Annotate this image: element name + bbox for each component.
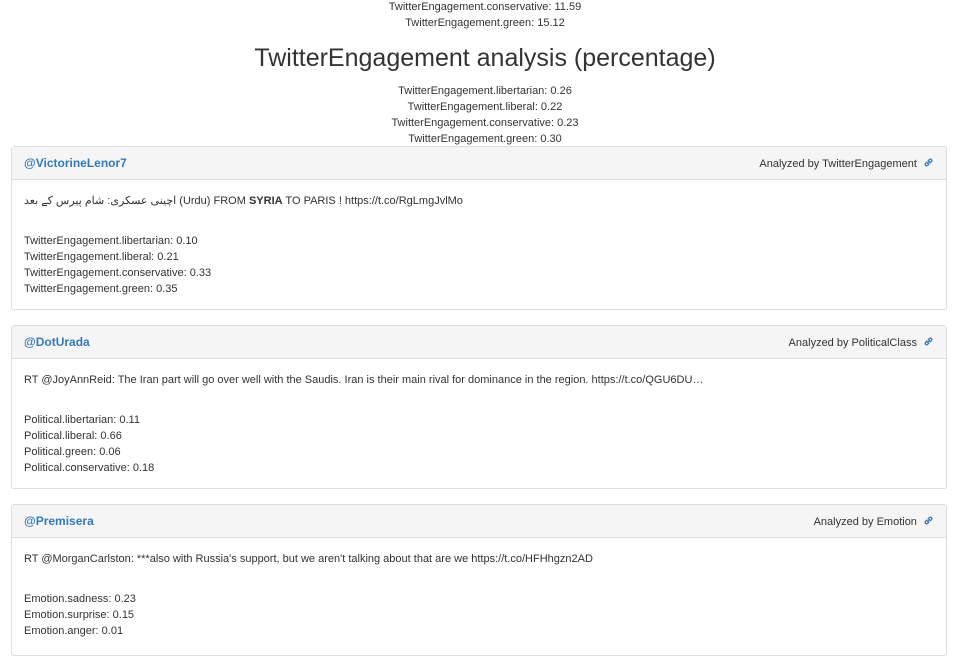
panel-body: RT @MorganCarlston: ***also with Russia'…: [12, 538, 946, 649]
score-line: Political.conservative: 0.18: [24, 462, 155, 474]
tweet-text-bold: SYRIA: [248, 195, 283, 207]
summary-stat-line: TwitterEngagement.green: 0.30: [408, 133, 562, 145]
top-stats: TwitterEngagement.conservative: 11.59 Tw…: [0, 0, 970, 31]
analyzed-by: Analyzed by PoliticalClass: [789, 336, 934, 350]
panel-heading: @Premisera Analyzed by Emotion: [12, 505, 946, 538]
score-line: TwitterEngagement.conservative: 0.33: [24, 267, 212, 279]
panel-body: اچینی عسکری: شام پیرس کے بعد (Urdu) FROM…: [12, 180, 946, 307]
analyzed-by-label: Analyzed by PoliticalClass: [788, 337, 917, 349]
score-line: Emotion.anger: 0.01: [24, 625, 124, 637]
link-icon[interactable]: [923, 157, 934, 171]
page-title: TwitterEngagement analysis (percentage): [254, 44, 716, 72]
user-link[interactable]: @VictorineLenor7: [24, 156, 127, 170]
summary-stats: TwitterEngagement.libertarian: 0.26 Twit…: [0, 83, 970, 147]
score-line: TwitterEngagement.liberal: 0.21: [24, 251, 179, 263]
score-line: Emotion.sadness: 0.23: [24, 593, 136, 605]
user-link[interactable]: @Premisera: [24, 514, 94, 528]
panel-body: RT @JoyAnnReid: The Iran part will go ov…: [12, 359, 946, 486]
summary-stat-line: TwitterEngagement.conservative: 0.23: [391, 117, 579, 129]
analyzed-by: Analyzed by Emotion: [814, 515, 934, 529]
panel-heading: @VictorineLenor7 Analyzed by TwitterEnga…: [12, 147, 946, 180]
stat-line: TwitterEngagement.green: 15.12: [405, 17, 565, 29]
summary-stat-line: TwitterEngagement.libertarian: 0.26: [398, 85, 572, 97]
user-link[interactable]: @DotUrada: [24, 335, 90, 349]
tweet-text: RT @MorganCarlston: ***also with Russia'…: [24, 553, 593, 565]
tweet-panel: @Premisera Analyzed by Emotion RT @Morga…: [11, 504, 947, 656]
tweet-text: اچینی عسکری: شام پیرس کے بعد (Urdu) FROM…: [24, 194, 934, 208]
link-icon[interactable]: [923, 336, 934, 350]
score-line: TwitterEngagement.libertarian: 0.10: [24, 235, 198, 247]
tweet-text-start: اچینی عسکری: شام پیرس کے بعد (Urdu) FROM: [24, 195, 249, 207]
analyzed-by: Analyzed by TwitterEngagement: [759, 157, 934, 171]
score-line: Political.libertarian: 0.11: [24, 414, 140, 426]
tweet-panel: @DotUrada Analyzed by PoliticalClass RT …: [11, 325, 947, 489]
panel-heading: @DotUrada Analyzed by PoliticalClass: [12, 326, 946, 359]
summary-stat-line: TwitterEngagement.liberal: 0.22: [407, 101, 563, 113]
score-line: TwitterEngagement.green: 0.35: [24, 283, 178, 295]
tweet-text: RT @JoyAnnReid: The Iran part will go ov…: [24, 374, 704, 386]
analyzed-by-label: Analyzed by TwitterEngagement: [759, 158, 917, 170]
score-line: Political.green: 0.06: [24, 446, 121, 458]
analyzed-by-label: Analyzed by Emotion: [813, 516, 917, 528]
link-icon[interactable]: [923, 515, 934, 529]
tweet-panel: @VictorineLenor7 Analyzed by TwitterEnga…: [11, 146, 947, 310]
tweet-text-end: TO PARIS ! https://t.co/RgLmgJvlMo: [282, 195, 463, 207]
score-line: Political.liberal: 0.66: [24, 430, 122, 442]
score-line: Emotion.surprise: 0.15: [24, 609, 135, 621]
stat-line: TwitterEngagement.conservative: 11.59: [388, 1, 582, 13]
